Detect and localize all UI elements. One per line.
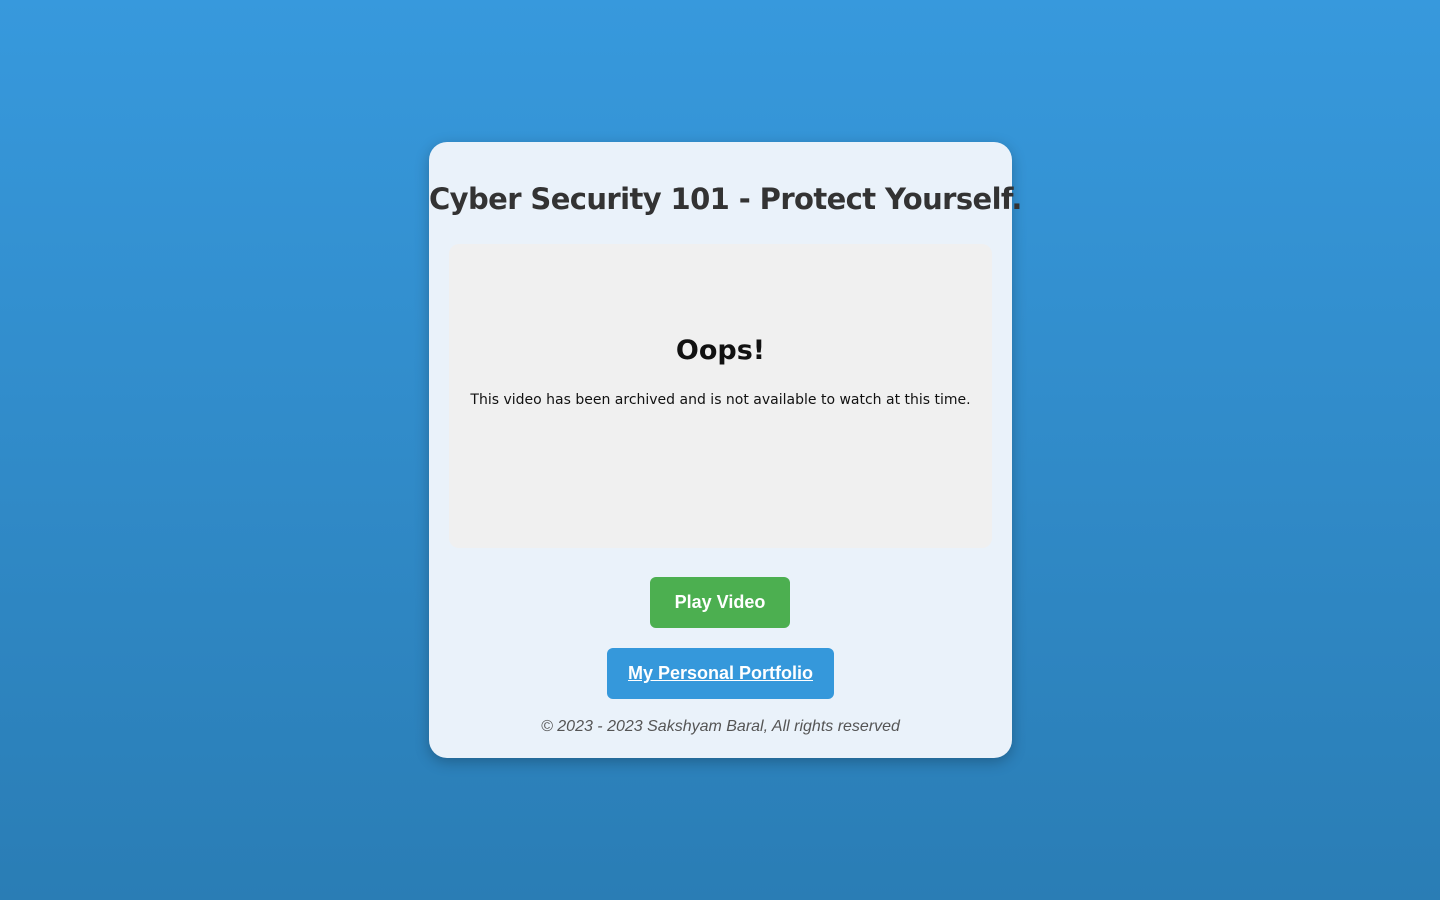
portfolio-link-button[interactable]: My Personal Portfolio	[607, 648, 834, 699]
video-error-message: This video has been archived and is not …	[470, 392, 971, 408]
video-error-heading: Oops!	[675, 335, 766, 366]
page-title: Cyber Security 101 - Protect Yourself.	[429, 182, 1022, 216]
video-card: Cyber Security 101 - Protect Yourself. O…	[429, 142, 1022, 758]
play-video-button[interactable]: Play Video	[650, 577, 790, 628]
footer-copyright: © 2023 - 2023 Sakshyam Baral, All rights…	[541, 718, 900, 735]
video-player[interactable]: Oops! This video has been archived and i…	[449, 244, 992, 548]
